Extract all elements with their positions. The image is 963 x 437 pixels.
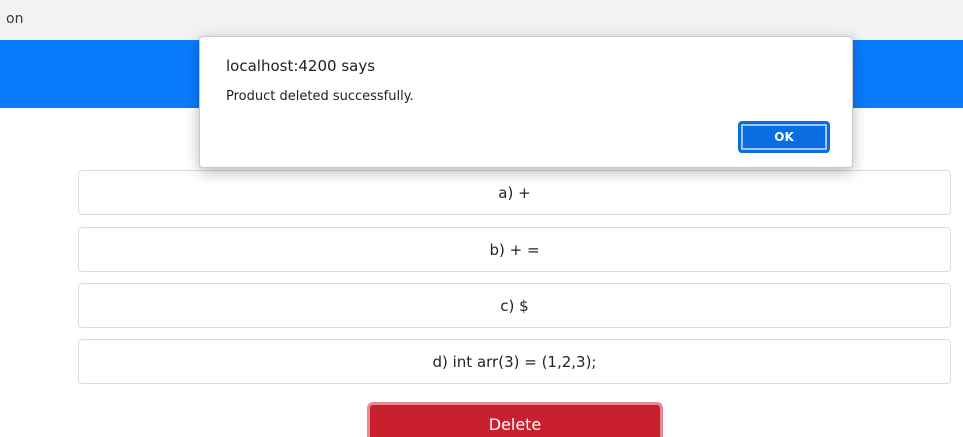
browser-top-strip: on bbox=[0, 0, 963, 40]
ok-button[interactable]: OK bbox=[738, 121, 830, 153]
alert-dialog: localhost:4200 says Product deleted succ… bbox=[199, 36, 853, 168]
option-b-label: b) + = bbox=[489, 240, 540, 259]
delete-button[interactable]: Delete bbox=[367, 402, 663, 437]
cut-off-nav-text: on bbox=[6, 11, 24, 27]
option-c-label: c) $ bbox=[500, 296, 529, 315]
dialog-message: Product deleted successfully. bbox=[226, 89, 414, 104]
dialog-title: localhost:4200 says bbox=[226, 57, 376, 75]
page: on a) + b) + = c) $ d) int arr(3) = (1,2… bbox=[0, 0, 963, 437]
option-b[interactable]: b) + = bbox=[78, 227, 951, 272]
option-a[interactable]: a) + bbox=[78, 170, 951, 215]
option-a-label: a) + bbox=[498, 183, 531, 202]
option-c[interactable]: c) $ bbox=[78, 283, 951, 328]
option-d[interactable]: d) int arr(3) = (1,2,3); bbox=[78, 339, 951, 384]
option-d-label: d) int arr(3) = (1,2,3); bbox=[432, 352, 597, 371]
